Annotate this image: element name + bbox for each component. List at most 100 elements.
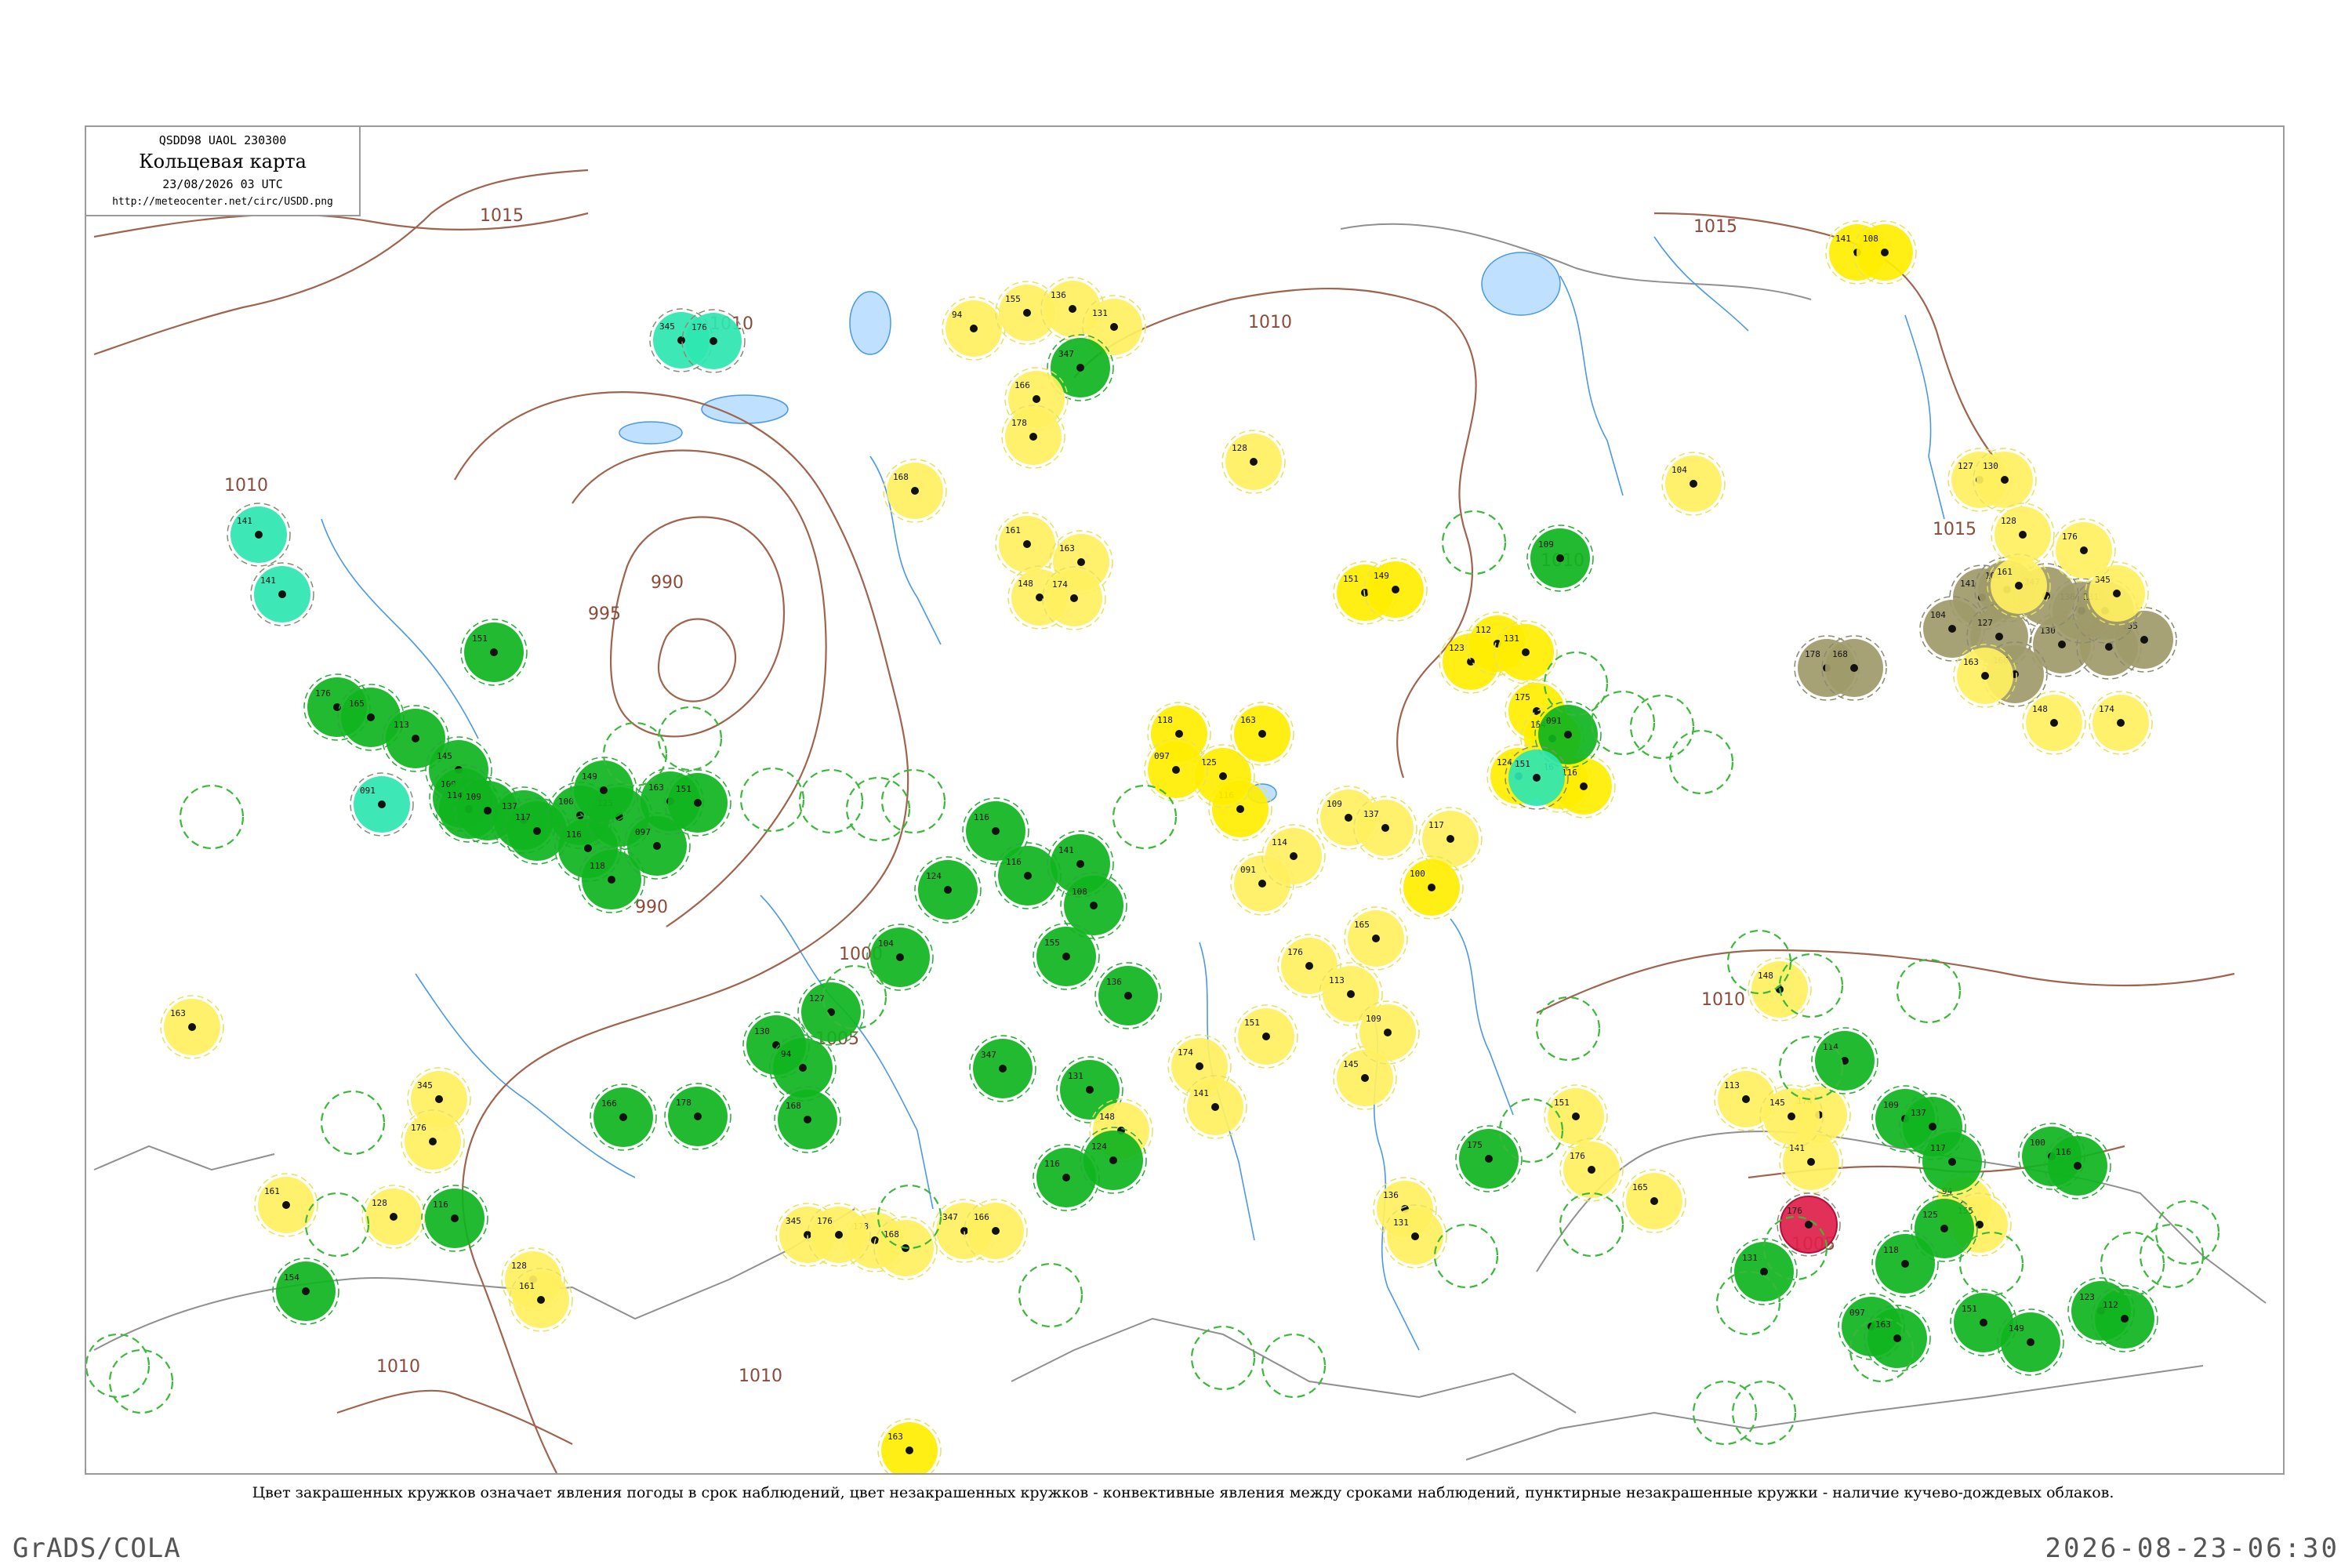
station-dot xyxy=(1290,852,1298,860)
cb-cloud-ring xyxy=(1433,1223,1499,1289)
station-pressure-label: 163 xyxy=(1059,543,1075,554)
station-pressure-label: 118 xyxy=(590,861,605,871)
station-pressure-label: 175 xyxy=(1515,692,1530,702)
station-dot xyxy=(1090,902,1098,909)
cb-cloud-ring xyxy=(86,1333,151,1399)
bulletin-code: QSDD98 UAOL 230300 xyxy=(158,133,287,147)
station-dot xyxy=(911,487,919,495)
station-dot xyxy=(1305,962,1313,970)
map-frame: 1015 1010 1010 1015 1015 1010 1005 1005 … xyxy=(85,125,2285,1475)
isobar-990 xyxy=(657,618,737,702)
isobar-1010-east xyxy=(1536,949,2235,1014)
station-dot xyxy=(1033,395,1040,403)
station-dot xyxy=(1995,633,2003,641)
cb-cloud-ring xyxy=(2139,1223,2205,1289)
cb-cloud-ring xyxy=(108,1348,174,1414)
cb-cloud-ring xyxy=(1731,1380,1797,1446)
station-dot xyxy=(1372,935,1380,942)
station-pressure-label: 151 xyxy=(1554,1098,1570,1108)
station-dot xyxy=(435,1095,443,1103)
station-dot xyxy=(1258,880,1266,887)
station-dot xyxy=(1076,860,1084,868)
station-dot xyxy=(1024,872,1032,880)
station-pressure-label: 141 xyxy=(1960,579,1976,589)
station-pressure-label: 100 xyxy=(1410,869,1425,879)
station-dot xyxy=(694,1112,702,1120)
station-pressure-label: 131 xyxy=(1393,1218,1409,1228)
station-pressure-label: 145 xyxy=(1769,1098,1785,1108)
cb-cloud-ring xyxy=(845,776,911,842)
station-pressure-label: 127 xyxy=(1958,461,1973,471)
country-borders xyxy=(93,223,2267,1461)
station-pressure-label: 168 xyxy=(1832,649,1848,659)
station-pressure-label: 174 xyxy=(2099,704,2114,714)
map-header: QSDD98 UAOL 230300 Кольцевая карта 23/08… xyxy=(85,125,361,216)
isobar-label: 1010 xyxy=(1701,990,1745,1010)
station-pressure-label: 168 xyxy=(786,1101,801,1111)
station-dot xyxy=(490,648,498,656)
station-dot xyxy=(1981,672,1989,680)
station-pressure-label: 104 xyxy=(1930,610,1946,620)
station-pressure-label: 136 xyxy=(1106,977,1122,987)
station-dot xyxy=(1948,1158,1956,1166)
station-pressure-label: 141 xyxy=(1058,845,1074,855)
cb-cloud-ring xyxy=(1018,1262,1083,1328)
station-pressure-label: 116 xyxy=(1044,1159,1060,1169)
map-title: Кольцевая карта xyxy=(139,151,307,172)
station-dot xyxy=(1023,309,1031,317)
station-dot xyxy=(1446,835,1454,843)
station-dot xyxy=(906,1446,913,1454)
station-dot xyxy=(1345,814,1352,822)
station-dot xyxy=(367,713,375,721)
station-pressure-label: 151 xyxy=(1962,1304,1977,1314)
map-url[interactable]: http://meteocenter.net/circ/USDD.png xyxy=(86,196,359,208)
cb-cloud-ring xyxy=(2154,1200,2220,1265)
station-pressure-label: 097 xyxy=(1154,751,1170,761)
station-dot xyxy=(608,876,615,884)
station-dot xyxy=(1788,1112,1795,1120)
cb-cloud-ring xyxy=(1441,510,1507,575)
station-dot xyxy=(1533,774,1541,782)
station-pressure-label: 161 xyxy=(519,1281,535,1291)
station-pressure-label: 345 xyxy=(659,321,675,332)
station-pressure-label: 163 xyxy=(648,782,664,793)
legend-caption: Цвет закрашенных кружков означает явлени… xyxy=(252,1484,2114,1501)
station-pressure-label: 113 xyxy=(394,720,409,730)
station-pressure-label: 176 xyxy=(1787,1206,1802,1216)
station-dot xyxy=(255,531,263,539)
station-pressure-label: 145 xyxy=(1343,1059,1359,1069)
station-pressure-label: 131 xyxy=(1742,1253,1758,1263)
weather-stations: 94 155 136 131 347 166 178 168 345 176 128 161 163 14… xyxy=(86,220,2220,1473)
station-pressure-label: 166 xyxy=(974,1212,989,1222)
station-dot xyxy=(1110,323,1118,331)
station-dot xyxy=(1807,1158,1815,1166)
synoptic-map: 1015 1010 1010 1015 1015 1010 1005 1005 … xyxy=(86,169,2267,1473)
station-dot xyxy=(1742,1095,1750,1103)
station-dot xyxy=(1650,1197,1658,1205)
station-pressure-label: 345 xyxy=(2095,575,2111,585)
station-dot xyxy=(584,844,592,852)
station-dot xyxy=(804,1116,811,1123)
station-pressure-label: 151 xyxy=(1515,759,1530,769)
station-dot xyxy=(533,827,541,835)
station-pressure-label: 091 xyxy=(1240,865,1256,875)
station-pressure-label: 116 xyxy=(974,812,989,822)
station-pressure-label: 94 xyxy=(781,1049,792,1059)
station-dot xyxy=(2050,719,2058,727)
station-dot xyxy=(1850,664,1858,672)
station-pressure-label: 125 xyxy=(1922,1210,1938,1220)
station-pressure-label: 176 xyxy=(411,1123,426,1133)
station-pressure-label: 141 xyxy=(1835,234,1851,244)
station-dot xyxy=(1029,433,1037,441)
station-dot xyxy=(1023,540,1031,548)
station-pressure-label: 128 xyxy=(372,1198,387,1208)
station-pressure-label: 166 xyxy=(601,1098,617,1109)
station-dot xyxy=(1086,1086,1094,1094)
station-dot xyxy=(799,1064,807,1072)
station-dot xyxy=(1690,480,1697,488)
station-dot xyxy=(429,1138,437,1145)
isobar-1015-east xyxy=(1653,212,2000,465)
station-pressure-label: 130 xyxy=(754,1026,770,1036)
station-pressure-label: 117 xyxy=(1428,820,1444,830)
station-pressure-label: 163 xyxy=(1963,657,1979,667)
